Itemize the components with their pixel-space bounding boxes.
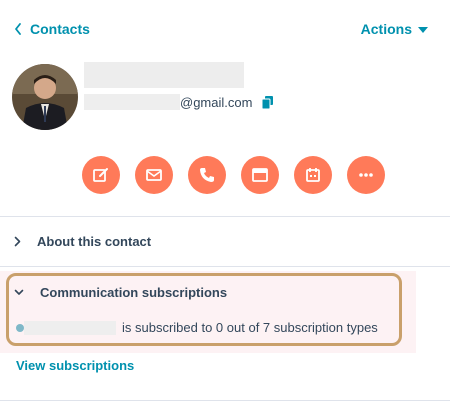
note-button[interactable] [82,156,120,194]
email-redacted [84,94,180,110]
back-label: Contacts [30,21,90,37]
email-icon [146,169,162,181]
email-redacted [24,320,116,335]
email-button[interactable] [135,156,173,194]
subscription-status-text: is subscribed to 0 out of 7 subscription… [122,320,378,335]
about-section-toggle[interactable]: About this contact [14,234,151,249]
actions-label: Actions [360,21,412,37]
about-section-title: About this contact [37,234,152,249]
chevron-right-icon [14,236,21,247]
comm-section-toggle[interactable]: Communication subscriptions [14,285,227,300]
divider [0,216,450,217]
contact-email: @gmail.com [84,94,274,110]
comm-section-title: Communication subscriptions [40,285,228,300]
log-activity-icon [252,168,268,182]
caret-down-icon [418,27,428,33]
contact-name-redacted [84,62,244,88]
action-buttons [82,156,385,194]
view-subscriptions-link[interactable]: View subscriptions [16,358,134,373]
email-suffix: @gmail.com [180,94,253,110]
status-dot [16,323,24,332]
divider [0,266,450,267]
chevron-down-icon [14,289,24,295]
more-icon [359,173,373,177]
meeting-button[interactable] [294,156,332,194]
call-button[interactable] [188,156,226,194]
calendar-icon [306,168,320,182]
highlight-box [6,273,402,346]
copy-icon[interactable] [262,95,274,109]
back-to-contacts-link[interactable]: Contacts [14,21,90,37]
note-edit-icon [93,168,108,182]
more-button[interactable] [347,156,385,194]
actions-dropdown[interactable]: Actions [361,21,428,37]
top-bar: Contacts Actions [0,0,450,56]
avatar [12,64,78,130]
subscription-status-row: is subscribed to 0 out of 7 subscription… [16,320,378,335]
log-activity-button[interactable] [241,156,279,194]
phone-icon [200,168,214,182]
chevron-left-icon [15,23,21,35]
